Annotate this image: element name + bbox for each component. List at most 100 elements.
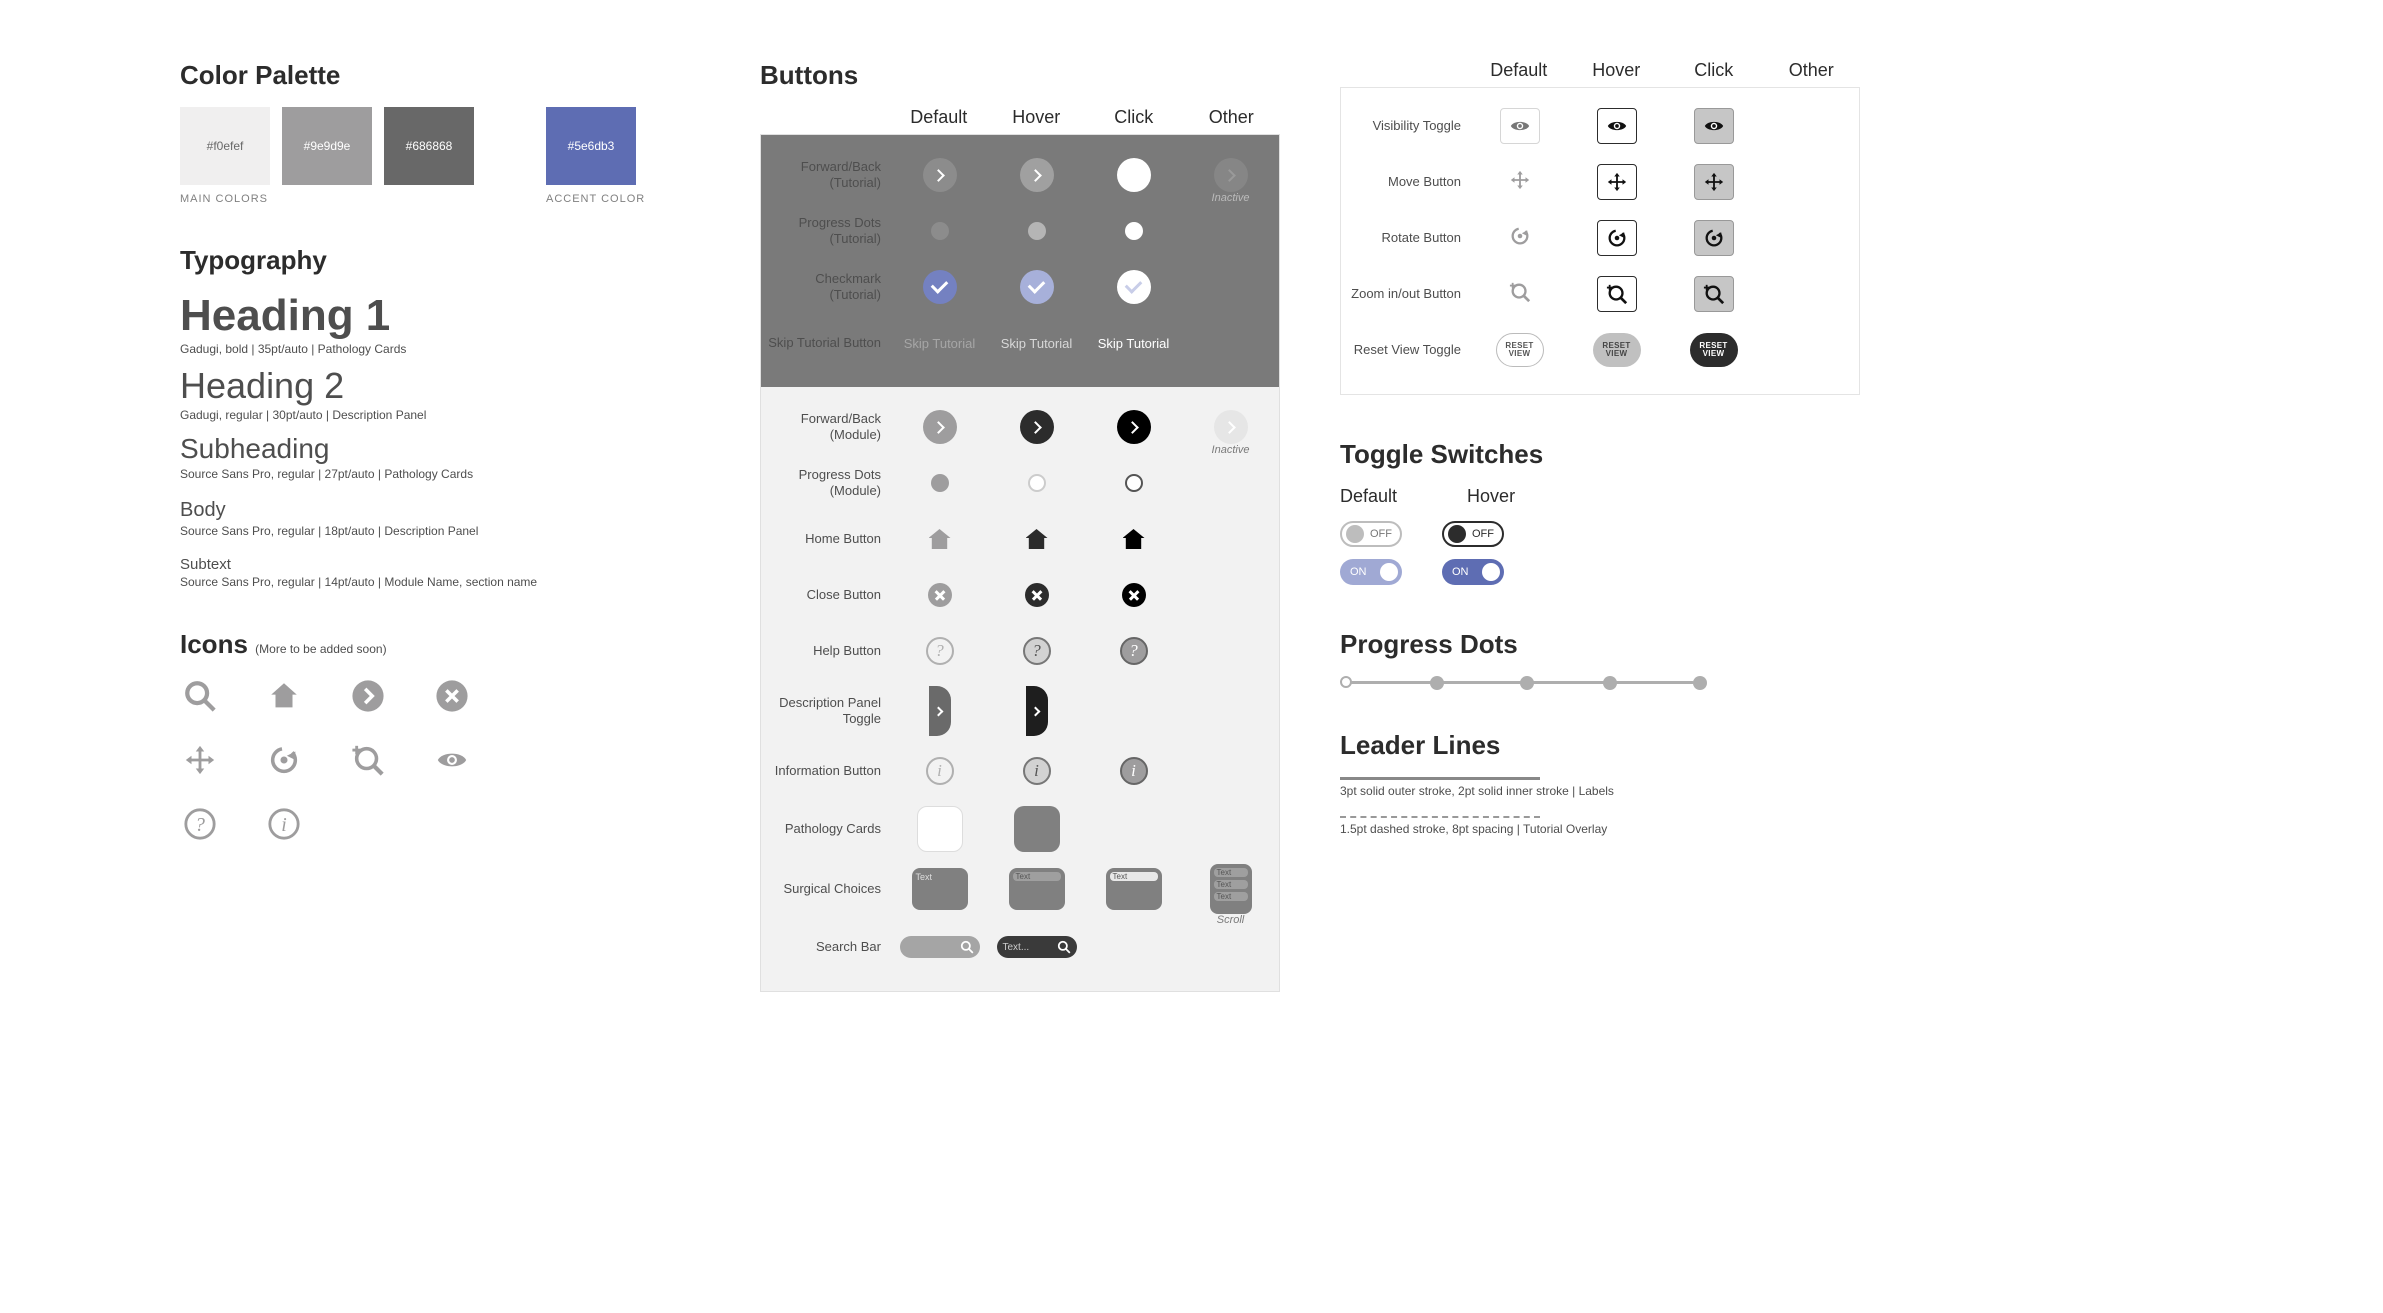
subheading-meta: Source Sans Pro, regular | 27pt/auto | P… — [180, 467, 700, 481]
info-click[interactable]: i — [1120, 757, 1148, 785]
search-hover[interactable]: Text... — [997, 936, 1077, 958]
row-desc-toggle: Description Panel Toggle — [761, 695, 891, 728]
chevron-circle-icon — [348, 676, 388, 716]
move-click[interactable] — [1694, 164, 1734, 200]
row-progress-module: Progress Dots (Module) — [761, 467, 891, 500]
zoom-click[interactable] — [1694, 276, 1734, 312]
close-default[interactable] — [928, 583, 952, 607]
visibility-click[interactable] — [1694, 108, 1734, 144]
skip-click[interactable]: Skip Tutorial — [1098, 336, 1170, 351]
h2-sample: Heading 2 — [180, 366, 700, 406]
skip-default[interactable]: Skip Tutorial — [904, 336, 976, 351]
help-default[interactable]: ? — [926, 637, 954, 665]
home-icon — [264, 676, 304, 716]
row-forward-back-tutorial: Forward/Back (Tutorial) — [761, 159, 891, 192]
visibility-hover[interactable] — [1597, 108, 1637, 144]
check-default[interactable] — [923, 270, 957, 304]
dot-tutorial-click[interactable] — [1125, 222, 1143, 240]
close-click[interactable] — [1122, 583, 1146, 607]
move-icon — [180, 740, 220, 780]
info-hover[interactable]: i — [1023, 757, 1051, 785]
surg-click[interactable]: Text — [1106, 868, 1162, 910]
forward-tutorial-default[interactable] — [923, 158, 957, 192]
toggle-col-hover: Hover — [1467, 486, 1515, 507]
button-state-headers: Default Hover Click Other — [760, 107, 1280, 128]
row-info: Information Button — [761, 763, 891, 779]
zoom-hover[interactable] — [1597, 276, 1637, 312]
dot-tutorial-default[interactable] — [931, 222, 949, 240]
switch-on-hover[interactable]: ON — [1442, 559, 1504, 585]
progress-dot-5[interactable] — [1693, 676, 1707, 690]
home-default[interactable] — [929, 529, 951, 549]
forward-tutorial-hover[interactable] — [1020, 158, 1054, 192]
accent-color-label: ACCENT COLOR — [546, 193, 645, 205]
search-default[interactable] — [900, 936, 980, 958]
inactive-caption: Inactive — [1212, 192, 1250, 204]
progress-dot-4[interactable] — [1603, 676, 1617, 690]
check-click[interactable] — [1117, 270, 1151, 304]
info-icon — [264, 804, 304, 844]
switch-on-default[interactable]: ON — [1340, 559, 1402, 585]
row-visibility: Visibility Toggle — [1341, 118, 1471, 134]
subheading-sample: Subheading — [180, 434, 700, 465]
forward-module-hover[interactable] — [1020, 410, 1054, 444]
check-hover[interactable] — [1020, 270, 1054, 304]
swatch-2: #9e9d9e — [282, 107, 372, 185]
desc-toggle-default[interactable] — [929, 686, 951, 736]
dot-module-click[interactable] — [1125, 474, 1143, 492]
zoom-default[interactable] — [1509, 281, 1531, 308]
right-state-headers: Default Hover Click Other — [1340, 60, 1860, 81]
reset-hover[interactable]: RESETVIEW — [1593, 333, 1641, 367]
rotate-click[interactable] — [1694, 220, 1734, 256]
close-circle-icon — [432, 676, 472, 716]
switch-off-default[interactable]: OFF — [1340, 521, 1402, 547]
forward-module-default[interactable] — [923, 410, 957, 444]
icons-note: (More to be added soon) — [255, 642, 386, 656]
progress-dot-3[interactable] — [1520, 676, 1534, 690]
progress-section: Progress Dots — [1340, 629, 1860, 686]
move-default[interactable] — [1509, 169, 1531, 196]
h2-meta: Gadugi, regular | 30pt/auto | Descriptio… — [180, 408, 700, 422]
surg-hover[interactable]: Text — [1009, 868, 1065, 910]
info-default[interactable]: i — [926, 757, 954, 785]
surg-default[interactable]: Text — [912, 868, 968, 910]
subtext-sample: Subtext — [180, 556, 700, 573]
path-card-default[interactable] — [917, 806, 963, 852]
progress-title: Progress Dots — [1340, 629, 1860, 660]
forward-module-click[interactable] — [1117, 410, 1151, 444]
row-skip-tutorial: Skip Tutorial Button — [761, 335, 891, 351]
swatch-1: #f0efef — [180, 107, 270, 185]
home-click[interactable] — [1123, 529, 1145, 549]
dot-module-hover[interactable] — [1028, 474, 1046, 492]
surg-scroll[interactable]: TextTextText — [1210, 864, 1252, 914]
dot-tutorial-hover[interactable] — [1028, 222, 1046, 240]
row-home: Home Button — [761, 531, 891, 547]
h1-sample: Heading 1 — [180, 292, 700, 340]
desc-toggle-hover[interactable] — [1026, 686, 1048, 736]
home-hover[interactable] — [1026, 529, 1048, 549]
help-click[interactable]: ? — [1120, 637, 1148, 665]
right-column: Default Hover Click Other Visibility Tog… — [1340, 60, 1860, 836]
path-card-hover[interactable] — [1014, 806, 1060, 852]
toggles-section: Toggle Switches Default Hover OFF OFF ON… — [1340, 439, 1860, 585]
progress-dot-1[interactable] — [1340, 676, 1352, 688]
move-hover[interactable] — [1597, 164, 1637, 200]
rotate-default[interactable] — [1509, 225, 1531, 252]
forward-tutorial-click[interactable] — [1117, 158, 1151, 192]
help-hover[interactable]: ? — [1023, 637, 1051, 665]
leader-solid-meta: 3pt solid outer stroke, 2pt solid inner … — [1340, 784, 1860, 798]
visibility-default[interactable] — [1500, 108, 1540, 144]
search-icon — [180, 676, 220, 716]
close-hover[interactable] — [1025, 583, 1049, 607]
rotate-hover[interactable] — [1597, 220, 1637, 256]
dot-module-default[interactable] — [931, 474, 949, 492]
reset-click[interactable]: RESETVIEW — [1690, 333, 1738, 367]
icons-title-text: Icons — [180, 629, 248, 659]
row-help: Help Button — [761, 643, 891, 659]
progress-dot-2[interactable] — [1430, 676, 1444, 690]
switch-off-hover[interactable]: OFF — [1442, 521, 1504, 547]
h1-meta: Gadugi, bold | 35pt/auto | Pathology Car… — [180, 342, 700, 356]
main-colors-label: MAIN COLORS — [180, 193, 474, 205]
skip-hover[interactable]: Skip Tutorial — [1001, 336, 1073, 351]
reset-default[interactable]: RESETVIEW — [1496, 333, 1544, 367]
